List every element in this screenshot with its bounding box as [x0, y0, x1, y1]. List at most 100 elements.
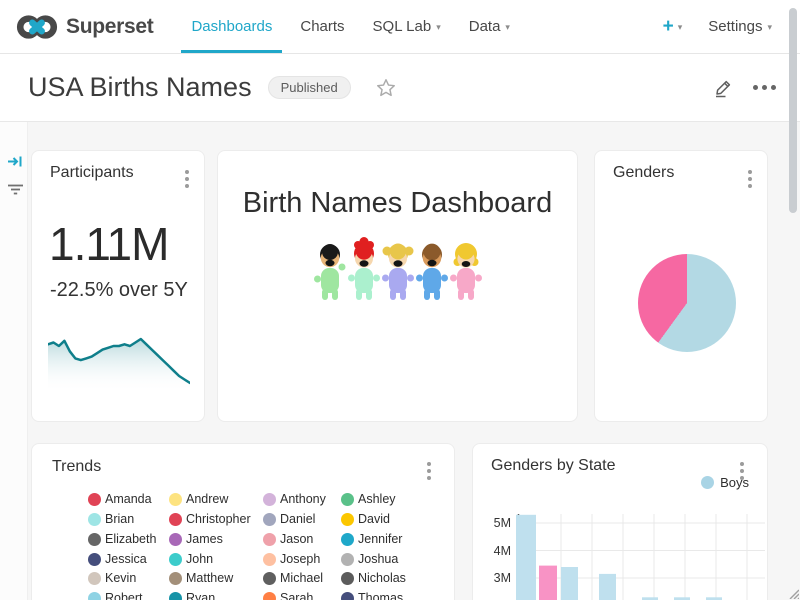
legend-dot	[263, 513, 276, 526]
top-navbar: Superset Dashboards Charts SQL Lab ▾ Dat…	[0, 0, 800, 54]
legend-dot	[88, 513, 101, 526]
big-number-value: 1.11M	[49, 217, 168, 271]
legend-label: Christopher	[186, 512, 251, 526]
legend-dot	[88, 592, 101, 600]
bar[interactable]	[516, 515, 536, 600]
legend-item-boys[interactable]: Boys	[701, 475, 749, 490]
dashboard-grid: Participants 1.11M -22.5% over 5Y Birth …	[0, 122, 800, 600]
bar[interactable]	[561, 567, 578, 600]
favorite-star-icon[interactable]	[375, 77, 397, 99]
ellipsis-icon	[753, 85, 776, 90]
legend-dot	[88, 572, 101, 585]
legend-item[interactable]: Joseph	[263, 552, 320, 566]
genders-by-state-bar-chart[interactable]: 5M 4M 3M	[473, 504, 768, 600]
participants-trendline-chart[interactable]	[48, 333, 190, 391]
resize-handle-icon[interactable]	[787, 587, 799, 599]
legend-dot	[169, 533, 182, 546]
headline-card: Birth Names Dashboard	[217, 150, 578, 422]
legend-dot	[341, 553, 354, 566]
chevron-down-icon: ▾	[505, 22, 510, 33]
legend-dot	[701, 476, 714, 489]
arrow-right-to-bar-icon	[7, 154, 23, 169]
legend-item[interactable]: Christopher	[169, 512, 251, 526]
legend-dot	[341, 513, 354, 526]
chart-menu-kebab[interactable]	[424, 459, 434, 483]
legend-dot	[88, 533, 101, 546]
nav-item-data[interactable]: Data ▾	[455, 0, 524, 53]
y-tick-label: 4M	[494, 544, 511, 558]
legend-dot	[341, 592, 354, 600]
legend-item[interactable]: Thomas	[341, 591, 403, 600]
legend-label: Jennifer	[358, 532, 402, 546]
genders-pie-chart[interactable]	[638, 254, 736, 352]
legend-item[interactable]: Sarah	[263, 591, 313, 600]
legend-item[interactable]: Michael	[263, 571, 323, 585]
chart-menu-kebab[interactable]	[745, 167, 755, 191]
legend-dot	[88, 493, 101, 506]
nav-item-sql-lab[interactable]: SQL Lab ▾	[359, 0, 455, 53]
superset-logo[interactable]: Superset	[16, 13, 153, 41]
legend-label: Brian	[105, 512, 134, 526]
filter-icon[interactable]	[7, 182, 24, 202]
babies-illustration	[313, 237, 483, 303]
legend-item[interactable]: James	[169, 532, 223, 546]
infinity-logo-icon	[16, 13, 58, 41]
legend-label: Robert	[105, 591, 143, 600]
legend-item[interactable]: David	[341, 512, 390, 526]
legend-item[interactable]: Jason	[263, 532, 313, 546]
legend-item[interactable]: Jessica	[88, 552, 147, 566]
legend-label: James	[186, 532, 223, 546]
legend-label: Michael	[280, 571, 323, 585]
legend-item[interactable]: Ashley	[341, 492, 396, 506]
vertical-scrollbar[interactable]	[789, 8, 797, 213]
legend-label: Jason	[280, 532, 313, 546]
legend-label: Ashley	[358, 492, 396, 506]
legend-item[interactable]: Amanda	[88, 492, 152, 506]
plus-icon: +	[663, 17, 674, 36]
legend-dot	[263, 533, 276, 546]
edit-dashboard-button[interactable]	[713, 77, 735, 99]
chart-title: Participants	[50, 164, 134, 182]
funnel-lines-icon	[7, 182, 24, 197]
dashboard-headline: Birth Names Dashboard	[218, 187, 577, 220]
legend-item[interactable]: Jennifer	[341, 532, 402, 546]
nav-item-charts[interactable]: Charts	[286, 0, 358, 53]
legend-dot	[341, 533, 354, 546]
legend-item[interactable]: Elizabeth	[88, 532, 156, 546]
participants-card: Participants 1.11M -22.5% over 5Y	[31, 150, 205, 422]
chart-title: Genders by State	[491, 457, 616, 475]
legend-label: Daniel	[280, 512, 315, 526]
legend-dot	[341, 493, 354, 506]
page-title: USA Births Names	[28, 72, 252, 103]
legend-item[interactable]: Kevin	[88, 571, 136, 585]
legend-item[interactable]: Nicholas	[341, 571, 406, 585]
legend-label: Andrew	[186, 492, 228, 506]
expand-filter-bar-button[interactable]	[7, 154, 23, 174]
chevron-down-icon: ▾	[767, 22, 772, 33]
legend-item[interactable]: Brian	[88, 512, 134, 526]
settings-menu[interactable]: Settings ▾	[708, 18, 772, 35]
bar[interactable]	[539, 566, 557, 600]
legend-item[interactable]: Andrew	[169, 492, 228, 506]
pencil-icon	[713, 77, 735, 99]
more-actions-button[interactable]	[753, 85, 776, 90]
legend-item[interactable]: Robert	[88, 591, 143, 600]
legend-item[interactable]: Daniel	[263, 512, 315, 526]
y-tick-label: 3M	[494, 571, 511, 585]
new-item-button[interactable]: + ▾	[663, 17, 683, 36]
published-badge[interactable]: Published	[268, 76, 351, 99]
chart-menu-kebab[interactable]	[182, 167, 192, 191]
legend-item[interactable]: Joshua	[341, 552, 398, 566]
bar[interactable]	[599, 574, 616, 600]
legend-dot	[169, 572, 182, 585]
legend-dot	[263, 553, 276, 566]
legend-item[interactable]: Anthony	[263, 492, 326, 506]
trends-card: Trends Amanda Andrew Anthony Ashley Brian Chr…	[31, 443, 455, 600]
legend-label: Ryan	[186, 591, 215, 600]
legend-item[interactable]: John	[169, 552, 213, 566]
legend-item[interactable]: Ryan	[169, 591, 215, 600]
legend-item[interactable]: Matthew	[169, 571, 233, 585]
nav-item-dashboards[interactable]: Dashboards	[177, 0, 286, 53]
chart-title: Trends	[52, 458, 101, 476]
legend-dot	[341, 572, 354, 585]
